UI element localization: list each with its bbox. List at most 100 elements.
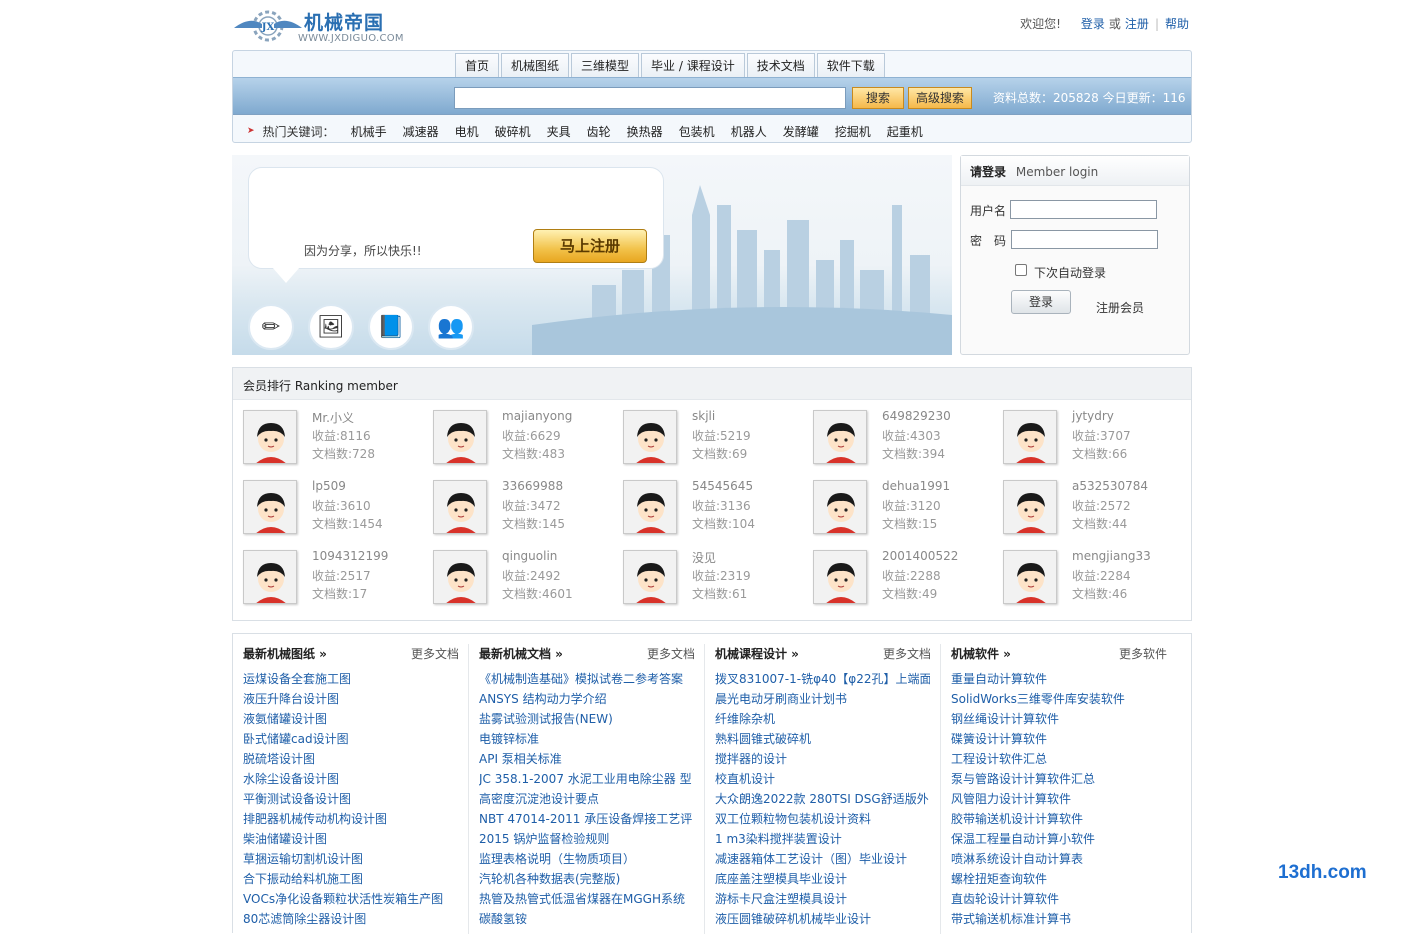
book-icon[interactable]: 📘 — [368, 304, 414, 350]
list-item[interactable]: 减速器箱体工艺设计（图）毕业设计 — [715, 850, 930, 867]
list-item[interactable]: SolidWorks三维零件库安装软件 — [951, 690, 1166, 707]
member-name[interactable]: 2001400522 — [882, 549, 958, 563]
member-name[interactable]: lp509 — [312, 479, 346, 493]
avatar[interactable] — [1003, 480, 1057, 534]
tab-home[interactable]: 首页 — [455, 53, 500, 79]
username-input[interactable] — [1010, 200, 1157, 219]
list-item[interactable]: JC 358.1-2007 水泥工业用电除尘器 型 — [479, 770, 694, 787]
member-name[interactable]: skjli — [692, 409, 715, 423]
list-item[interactable]: ANSYS 结构动力学介绍 — [479, 690, 694, 707]
tab-software[interactable]: 软件下载 — [816, 53, 885, 79]
tab-drawings[interactable]: 机械图纸 — [501, 53, 570, 79]
avatar[interactable] — [433, 480, 487, 534]
member-name[interactable]: 1094312199 — [312, 549, 388, 563]
member-name[interactable]: majianyong — [502, 409, 572, 423]
list-item[interactable]: 双工位颗粒物包装机设计资料 — [715, 810, 930, 827]
member-card[interactable]: Mr.小义 收益:8116 文档数:728 — [233, 410, 423, 470]
avatar[interactable] — [243, 480, 297, 534]
avatar[interactable] — [813, 480, 867, 534]
list-item[interactable]: 胶带输送机设计计算软件 — [951, 810, 1166, 827]
member-name[interactable]: 33669988 — [502, 479, 563, 493]
list-item[interactable]: 工程设计软件汇总 — [951, 750, 1166, 767]
member-card[interactable]: jytydry 收益:3707 文档数:66 — [993, 409, 1183, 470]
avatar[interactable] — [1003, 410, 1057, 464]
list-item[interactable]: 热管及热管式低温省煤器在MGGH系统 — [479, 890, 694, 907]
list-title[interactable]: 机械软件 » — [951, 645, 1011, 662]
hot-keyword[interactable]: 破碎机 — [495, 123, 531, 140]
member-card[interactable]: 1094312199 收益:2517 文档数:17 — [233, 549, 423, 610]
users-icon[interactable]: 👥 — [428, 304, 474, 350]
register-link[interactable]: 注册 — [1125, 15, 1149, 32]
avatar[interactable] — [433, 410, 487, 464]
avatar[interactable] — [813, 550, 867, 604]
list-item[interactable]: 拨叉831007-1-铣φ40【φ22孔】上端面 — [715, 670, 930, 687]
list-item[interactable]: API 泵相关标准 — [479, 750, 694, 767]
advanced-search-button[interactable]: 高级搜索 — [908, 87, 972, 109]
member-card[interactable]: lp509 收益:3610 文档数:1454 — [233, 479, 423, 540]
hot-keyword[interactable]: 挖掘机 — [835, 123, 871, 140]
search-button[interactable]: 搜索 — [852, 87, 904, 109]
list-item[interactable]: 碟簧设计计算软件 — [951, 730, 1166, 747]
member-card[interactable]: 2001400522 收益:2288 文档数:49 — [803, 549, 993, 610]
avatar[interactable] — [243, 410, 297, 464]
list-item[interactable]: 大众朗逸2022款 280TSI DSG舒适版外 — [715, 790, 930, 807]
list-item[interactable]: 底座盖注塑模具毕业设计 — [715, 870, 930, 887]
list-item[interactable]: 脱硫塔设计图 — [243, 750, 458, 767]
more-link[interactable]: 更多文档 — [883, 645, 931, 662]
list-item[interactable]: 重量自动计算软件 — [951, 670, 1166, 687]
hot-keyword[interactable]: 发酵罐 — [783, 123, 819, 140]
member-card[interactable]: majianyong 收益:6629 文档数:483 — [423, 409, 613, 470]
member-card[interactable]: 33669988 收益:3472 文档数:145 — [423, 479, 613, 540]
member-card[interactable]: 54545645 收益:3136 文档数:104 — [613, 479, 803, 540]
list-item[interactable]: 水除尘设备设计图 — [243, 770, 458, 787]
member-card[interactable]: 649829230 收益:4303 文档数:394 — [803, 409, 993, 470]
member-name[interactable]: 649829230 — [882, 409, 951, 423]
member-name[interactable]: a532530784 — [1072, 479, 1148, 493]
member-card[interactable]: 没见 收益:2319 文档数:61 — [613, 550, 803, 610]
list-item[interactable]: 高密度沉淀池设计要点 — [479, 790, 694, 807]
hot-keyword[interactable]: 起重机 — [887, 123, 923, 140]
list-item[interactable]: 柴油储罐设计图 — [243, 830, 458, 847]
list-item[interactable]: 钢丝绳设计计算软件 — [951, 710, 1166, 727]
site-logo[interactable]: JX 机械帝国 WWW.JXDIGUO.COM — [232, 6, 422, 48]
list-item[interactable]: 《机械制造基础》模拟试卷二参考答案 — [479, 670, 694, 687]
avatar[interactable] — [623, 550, 677, 604]
avatar[interactable] — [433, 550, 487, 604]
list-item[interactable]: 80芯滤筒除尘器设计图 — [243, 910, 458, 927]
list-item[interactable]: 运煤设备全套施工图 — [243, 670, 458, 687]
list-item[interactable]: 液氨储罐设计图 — [243, 710, 458, 727]
list-item[interactable]: 碳酸氢铵 — [479, 910, 694, 927]
list-item[interactable]: 合下振动给料机施工图 — [243, 870, 458, 887]
list-title[interactable]: 机械课程设计 » — [715, 645, 799, 662]
hot-keyword[interactable]: 包装机 — [679, 123, 715, 140]
member-name[interactable]: 没见 — [692, 549, 716, 566]
list-item[interactable]: 保温工程量自动计算小软件 — [951, 830, 1166, 847]
list-item[interactable]: 直齿轮设计计算软件 — [951, 890, 1166, 907]
list-item[interactable]: 汽轮机各种数据表(完整版) — [479, 870, 694, 887]
list-item[interactable]: 电镀锌标准 — [479, 730, 694, 747]
member-name[interactable]: dehua1991 — [882, 479, 950, 493]
list-item[interactable]: 液压升降台设计图 — [243, 690, 458, 707]
member-name[interactable]: mengjiang33 — [1072, 549, 1151, 563]
member-name[interactable]: jytydry — [1072, 409, 1114, 423]
list-item[interactable]: 草捆运输切割机设计图 — [243, 850, 458, 867]
list-item[interactable]: 排肥器机械传动机构设计图 — [243, 810, 458, 827]
login-button[interactable]: 登录 — [1011, 290, 1071, 314]
member-card[interactable]: a532530784 收益:2572 文档数:44 — [993, 479, 1183, 540]
list-item[interactable]: 盐雾试验测试报告(NEW) — [479, 710, 694, 727]
more-link[interactable]: 更多文档 — [411, 645, 459, 662]
avatar[interactable] — [623, 410, 677, 464]
hot-keyword[interactable]: 机器人 — [731, 123, 767, 140]
search-input[interactable] — [454, 87, 846, 109]
hot-keyword[interactable]: 换热器 — [627, 123, 663, 140]
list-item[interactable]: 平衡测试设备设计图 — [243, 790, 458, 807]
list-item[interactable]: 校直机设计 — [715, 770, 930, 787]
remember-checkbox[interactable] — [1015, 264, 1027, 276]
list-title[interactable]: 最新机械图纸 » — [243, 645, 327, 662]
hot-keyword[interactable]: 齿轮 — [587, 123, 611, 140]
list-item[interactable]: 2015 锅炉监督检验规则 — [479, 830, 694, 847]
avatar[interactable] — [813, 410, 867, 464]
list-item[interactable]: 晨光电动牙刷商业计划书 — [715, 690, 930, 707]
list-title[interactable]: 最新机械文档 » — [479, 645, 563, 662]
hot-keyword[interactable]: 夹具 — [547, 123, 571, 140]
